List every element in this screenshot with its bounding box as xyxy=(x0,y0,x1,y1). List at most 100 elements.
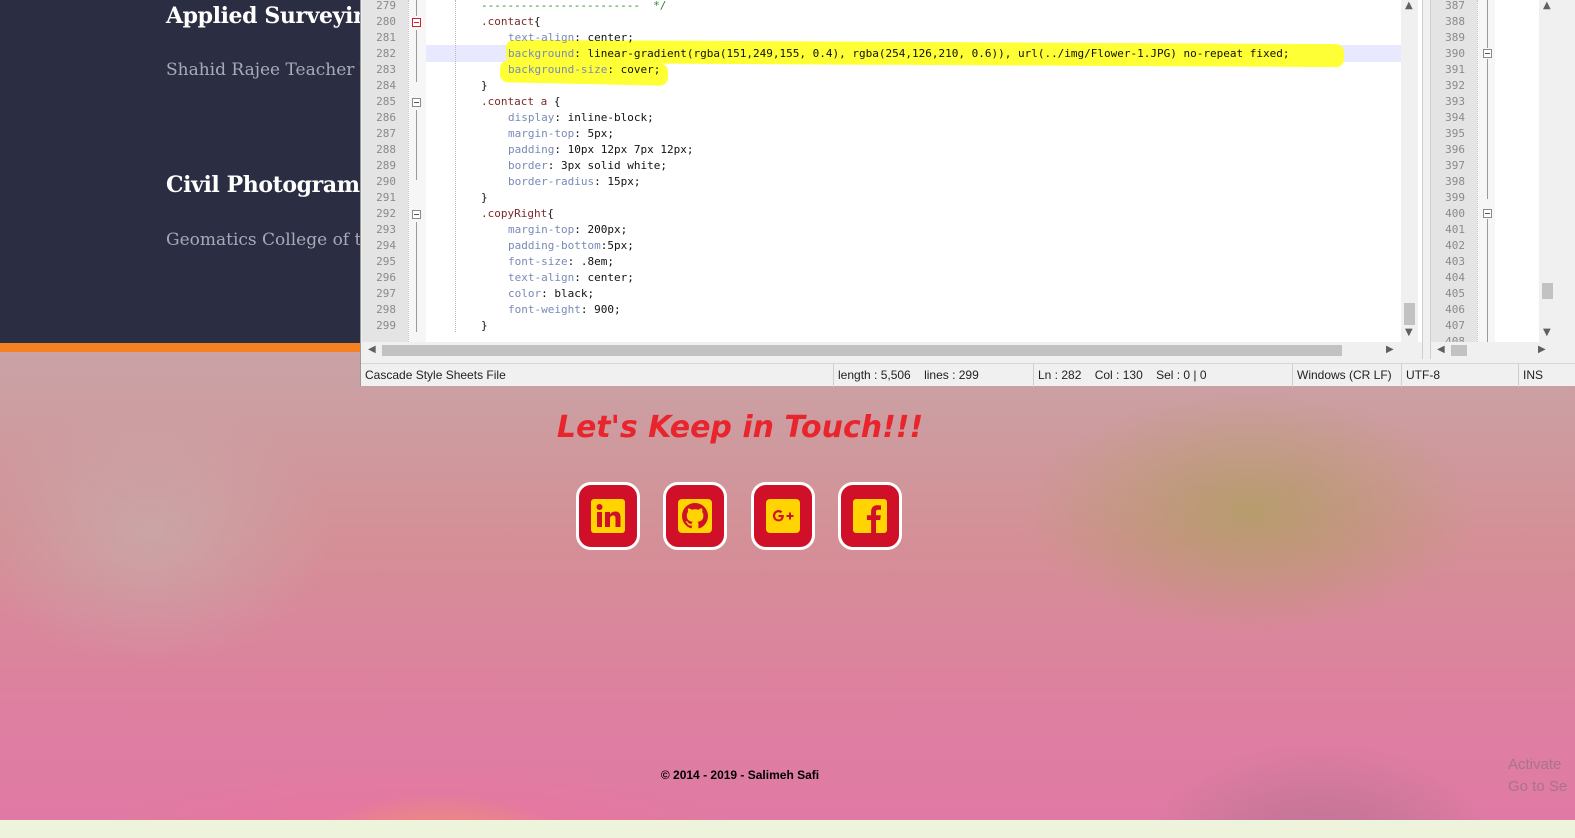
code-token: 10px 12px 7px 12px; xyxy=(567,143,694,156)
code-token: 5px; xyxy=(607,239,634,252)
code-token: : xyxy=(567,255,581,268)
contact-heading: Let's Keep in Touch!!! xyxy=(556,410,924,445)
code-token: cover; xyxy=(620,63,661,76)
line-number: 407 xyxy=(1445,319,1465,332)
code-line[interactable]: .copyRight{ xyxy=(481,206,554,222)
code-line[interactable]: font-size: .8em; xyxy=(508,254,614,270)
vertical-scrollbar[interactable]: ▲ ▼ xyxy=(1539,0,1556,342)
line-number: 291 xyxy=(376,191,396,204)
editor-secondary-view[interactable]: 387 388 389 390 391 392 393 394 395 396 397 398 399 4… xyxy=(1431,0,1556,342)
line-number: 290 xyxy=(376,175,396,188)
eol-format[interactable]: Windows (CR LF) xyxy=(1292,364,1392,387)
code-line[interactable]: background: linear-gradient(rgba(151,249… xyxy=(508,46,1289,62)
line-number: 395 xyxy=(1445,127,1465,140)
scroll-right-arrow[interactable]: ▶ xyxy=(1538,344,1546,355)
scroll-thumb[interactable] xyxy=(1542,283,1553,299)
code-token: .8em; xyxy=(580,255,614,268)
code-token: 200px; xyxy=(587,223,628,236)
code-token: border-radius xyxy=(508,175,595,188)
line-number: 286 xyxy=(376,111,396,124)
fold-toggle[interactable] xyxy=(1483,209,1492,218)
code-line[interactable]: padding-bottom:5px; xyxy=(508,238,634,254)
fold-guide xyxy=(416,110,417,180)
page-bottom xyxy=(0,820,1575,838)
vertical-scrollbar[interactable]: ▲ ▼ xyxy=(1401,0,1418,342)
code-token: : xyxy=(541,287,555,300)
code-token: } xyxy=(481,79,488,92)
scroll-thumb[interactable] xyxy=(1451,345,1467,356)
code-token: : xyxy=(574,271,588,284)
insert-mode[interactable]: INS xyxy=(1518,364,1543,387)
scroll-right-arrow[interactable]: ▶ xyxy=(1386,344,1394,355)
horizontal-scrollbar[interactable]: ◀ ▶ xyxy=(362,342,1422,359)
line-number: 391 xyxy=(1445,63,1465,76)
fold-guide xyxy=(416,30,417,82)
code-line[interactable]: .contact a { xyxy=(481,94,560,110)
code-line[interactable]: margin-top: 200px; xyxy=(508,222,627,238)
fold-toggle[interactable] xyxy=(1483,49,1492,58)
facebook-link[interactable] xyxy=(838,482,902,550)
google-plus-link[interactable] xyxy=(751,482,815,550)
code-line[interactable]: } xyxy=(481,190,488,206)
fold-toggle[interactable] xyxy=(412,98,421,107)
line-number: 281 xyxy=(376,31,396,44)
scroll-left-arrow[interactable]: ◀ xyxy=(1437,344,1445,355)
scroll-up-arrow[interactable]: ▲ xyxy=(1405,0,1413,11)
encoding[interactable]: UTF-8 xyxy=(1401,364,1440,387)
code-line[interactable]: } xyxy=(481,318,488,334)
document-length: length : 5,506 lines : 299 xyxy=(833,364,979,387)
code-line[interactable]: background-size: cover; xyxy=(508,62,660,78)
line-number: 294 xyxy=(376,239,396,252)
code-token: display xyxy=(508,111,555,124)
job-place: Shahid Rajee Teacher T xyxy=(166,60,372,80)
scroll-left-arrow[interactable]: ◀ xyxy=(368,344,376,355)
line-number: 408 xyxy=(1445,335,1465,342)
code-line[interactable]: display: inline-block; xyxy=(508,110,654,126)
line-number: 398 xyxy=(1445,175,1465,188)
horizontal-scrollbar[interactable]: ◀ ▶ xyxy=(1431,342,1556,359)
scroll-down-arrow[interactable]: ▼ xyxy=(1405,327,1413,338)
line-number: 397 xyxy=(1445,159,1465,172)
code-line[interactable]: padding: 10px 12px 7px 12px; xyxy=(508,142,693,158)
code-line[interactable]: font-weight: 900; xyxy=(508,302,621,318)
code-line[interactable]: margin-top: 5px; xyxy=(508,126,614,142)
watermark-line: Activate xyxy=(1508,756,1562,773)
code-token: { xyxy=(533,15,541,28)
code-line[interactable]: color: black; xyxy=(508,286,594,302)
line-number: 284 xyxy=(376,79,396,92)
google-plus-icon xyxy=(766,499,800,533)
watermark-line: Go to Se xyxy=(1508,778,1568,795)
linkedin-link[interactable] xyxy=(576,482,640,550)
line-number: 390 xyxy=(1445,47,1465,60)
file-type: Cascade Style Sheets File xyxy=(365,368,506,382)
code-token: : xyxy=(574,127,588,140)
view-splitter[interactable] xyxy=(1422,0,1431,359)
line-number: 279 xyxy=(376,0,396,12)
code-token: : xyxy=(574,223,588,236)
line-number: 399 xyxy=(1445,191,1465,204)
line-number: 400 xyxy=(1445,207,1465,220)
code-token: margin-top xyxy=(508,127,575,140)
github-link[interactable] xyxy=(663,482,727,550)
code-token: center; xyxy=(587,271,634,284)
fold-toggle[interactable] xyxy=(412,210,421,219)
indent-guide xyxy=(455,0,456,332)
scroll-thumb[interactable] xyxy=(382,345,1342,356)
scroll-up-arrow[interactable]: ▲ xyxy=(1543,0,1551,11)
code-token: : xyxy=(574,47,588,60)
job-place: Geomatics College of th xyxy=(166,230,373,250)
code-line[interactable]: text-align: center; xyxy=(508,30,634,46)
code-line[interactable]: text-align: center; xyxy=(508,270,634,286)
cursor-position[interactable]: Ln : 282 Col : 130 Sel : 0 | 0 xyxy=(1033,364,1207,387)
code-line[interactable]: } xyxy=(481,78,488,94)
line-number: 292 xyxy=(376,207,396,220)
fold-toggle[interactable] xyxy=(412,18,421,27)
code-line[interactable]: border: 3px solid white; xyxy=(508,158,667,174)
code-line[interactable]: border-radius: 15px; xyxy=(508,174,640,190)
editor-main-view[interactable]: 279 ------------------------ */ 280 .contac… xyxy=(362,0,1422,342)
scroll-thumb[interactable] xyxy=(1404,303,1415,325)
code-line[interactable]: ------------------------ */ xyxy=(481,0,666,14)
scroll-down-arrow[interactable]: ▼ xyxy=(1543,327,1551,338)
code-token: background xyxy=(508,47,575,60)
code-line[interactable]: .contact{ xyxy=(481,14,541,30)
